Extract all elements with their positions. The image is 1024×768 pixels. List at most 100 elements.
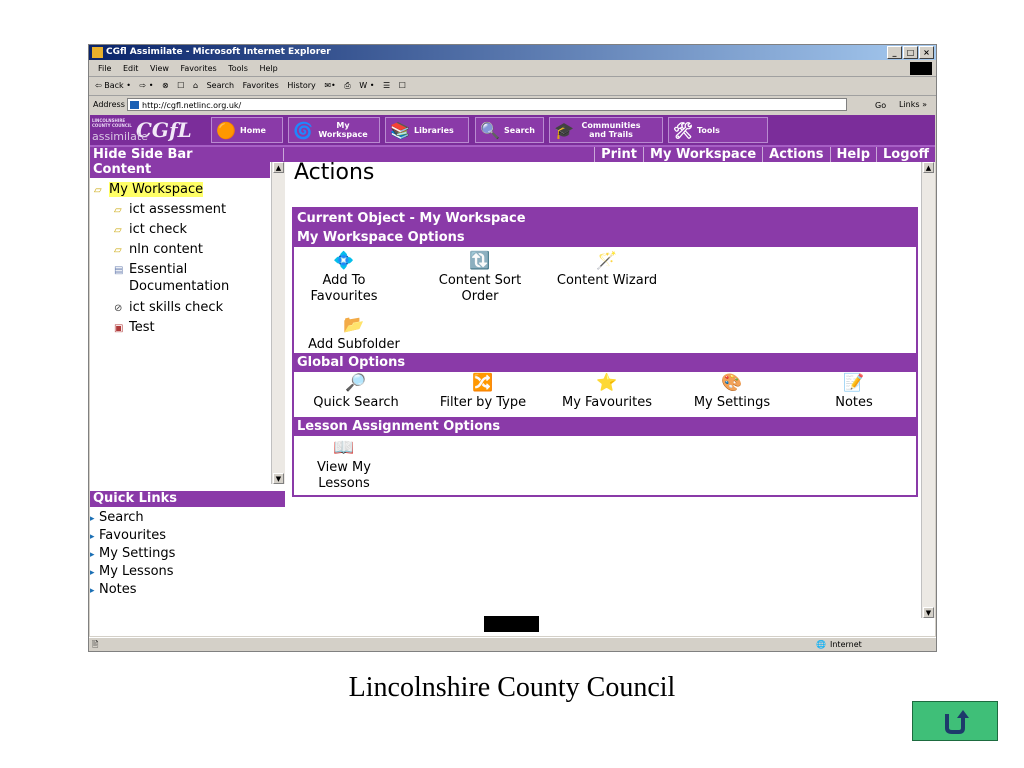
- nav-libraries-button[interactable]: 📚 Libraries: [385, 117, 469, 143]
- quick-search-action[interactable]: 🔎 Quick Search: [306, 373, 406, 411]
- scroll-down-icon[interactable]: ▼: [923, 607, 934, 618]
- title-bar: CGfl Assimilate - Microsoft Internet Exp…: [89, 45, 936, 60]
- tree-item-test[interactable]: ▣ Test: [114, 319, 155, 337]
- menu-tools[interactable]: Tools: [228, 64, 248, 73]
- return-button[interactable]: [912, 701, 998, 741]
- go-button[interactable]: Go: [853, 97, 893, 112]
- content-wizard-action[interactable]: 🪄 Content Wizard: [552, 251, 662, 289]
- print-link[interactable]: Print: [594, 147, 643, 162]
- messenger-button[interactable]: ☐: [399, 81, 406, 90]
- main-scrollbar[interactable]: ▲ ▼: [921, 162, 935, 618]
- folder-open-icon: ▱: [94, 185, 102, 196]
- quick-link-my-settings[interactable]: ▸ My Settings: [90, 545, 175, 564]
- workspace-options-heading: My Workspace Options: [294, 228, 916, 247]
- browser-window: CGfl Assimilate - Microsoft Internet Exp…: [88, 44, 937, 652]
- my-favourites-action[interactable]: ⭐ My Favourites: [552, 373, 662, 411]
- page-status-icon: 🖹: [92, 640, 99, 649]
- my-workspace-link[interactable]: My Workspace: [643, 147, 762, 162]
- browser-toolbar: ⇦ Back • ⇨ • ⊗ ☐ ⌂ Search Favorites Hist…: [89, 77, 936, 96]
- bullet-arrow-icon: ▸: [90, 514, 95, 524]
- folder-icon: ▱: [114, 225, 122, 236]
- nav-home-button[interactable]: 🟠 Home: [211, 117, 283, 143]
- menu-view[interactable]: View: [150, 64, 169, 73]
- nav-search-button[interactable]: 🔍 Search: [475, 117, 544, 143]
- tree-item-ict-check[interactable]: ▱ ict check: [114, 221, 187, 239]
- tree-item-nln-content[interactable]: ▱ nln content: [114, 241, 203, 259]
- logoff-link[interactable]: Logoff: [876, 147, 935, 162]
- tree-item-my-workspace[interactable]: ▱ My Workspace: [94, 181, 204, 199]
- nav-my-workspace-button[interactable]: 🌀 My Workspace: [288, 117, 380, 143]
- scroll-up-icon[interactable]: ▲: [923, 162, 934, 173]
- links-button[interactable]: Links »: [899, 96, 927, 114]
- bullet-arrow-icon: ▸: [90, 568, 95, 578]
- notes-action[interactable]: 📝 Notes: [814, 373, 894, 411]
- edit-button[interactable]: W •: [359, 81, 374, 90]
- mail-button[interactable]: ✉•: [324, 81, 335, 90]
- windows-logo-icon: [910, 62, 932, 75]
- nav-communities-button[interactable]: 🎓 Communities and Trails: [549, 117, 663, 143]
- search-toolbar-button[interactable]: Search: [207, 81, 234, 90]
- forward-button[interactable]: ⇨ •: [139, 81, 153, 90]
- scroll-up-icon[interactable]: ▲: [273, 162, 284, 173]
- help-link[interactable]: Help: [829, 147, 876, 162]
- tree-item-ict-skills-check[interactable]: ⊘ ict skills check: [114, 299, 223, 317]
- ie-window-icon: [92, 47, 103, 58]
- home-toolbar-button[interactable]: ⌂: [193, 81, 198, 90]
- close-button[interactable]: ×: [919, 46, 934, 59]
- address-value: http://cgfl.netlinc.org.uk/: [142, 101, 242, 110]
- bullet-arrow-icon: ▸: [90, 550, 95, 560]
- refresh-button[interactable]: ☐: [177, 81, 184, 90]
- menu-help[interactable]: Help: [259, 64, 277, 73]
- menu-separator: [283, 148, 284, 161]
- lessons-icon: 📖: [333, 438, 355, 458]
- menu-edit[interactable]: Edit: [123, 64, 139, 73]
- discuss-button[interactable]: ☰: [383, 81, 390, 90]
- bullet-arrow-icon: ▸: [90, 532, 95, 542]
- quick-link-search[interactable]: ▸ Search: [90, 509, 144, 528]
- return-arrow-icon: [945, 710, 969, 734]
- address-input[interactable]: http://cgfl.netlinc.org.uk/: [127, 98, 847, 111]
- address-label: Address: [93, 100, 125, 109]
- stop-button[interactable]: ⊗: [162, 81, 169, 90]
- sidebar: Content ▲ ▼ ▱ My Workspace ▱ ict assessmen…: [90, 162, 285, 636]
- actions-panel: Current Object - My Workspace My Workspa…: [292, 207, 918, 497]
- my-settings-action[interactable]: 🎨 My Settings: [682, 373, 782, 411]
- back-button[interactable]: ⇦ Back •: [95, 81, 131, 90]
- add-subfolder-action[interactable]: 📂 Add Subfolder: [304, 315, 404, 353]
- print-toolbar-button[interactable]: ⎙: [344, 81, 350, 90]
- nav-tools-button[interactable]: 🛠 Tools: [668, 117, 768, 143]
- cgfl-logo: LINCOLNSHIRE COUNTY COUNCIL CGfL assimil…: [92, 118, 206, 143]
- status-bar: 🖹 🌐 Internet: [89, 637, 936, 652]
- page-content: LINCOLNSHIRE COUNTY COUNCIL CGfL assimil…: [90, 115, 935, 636]
- view-my-lessons-action[interactable]: 📖 View My Lessons: [312, 438, 376, 492]
- actions-link[interactable]: Actions: [762, 147, 829, 162]
- quick-search-icon: 🔎: [345, 373, 367, 393]
- address-bar: Address http://cgfl.netlinc.org.uk/ Go L…: [89, 96, 936, 114]
- add-favourite-icon: 💠: [333, 251, 355, 271]
- history-toolbar-button[interactable]: History: [287, 81, 315, 90]
- tree-item-ict-assessment[interactable]: ▱ ict assessment: [114, 201, 226, 219]
- favorites-toolbar-button[interactable]: Favorites: [243, 81, 279, 90]
- workspace-icon: 🌀: [293, 120, 313, 140]
- menu-favorites[interactable]: Favorites: [181, 64, 217, 73]
- zone-globe-icon: 🌐: [816, 640, 826, 649]
- minimize-button[interactable]: _: [887, 46, 902, 59]
- filter-by-type-action[interactable]: 🔀 Filter by Type: [428, 373, 538, 411]
- content-sort-order-action[interactable]: 🔃 Content Sort Order: [430, 251, 530, 305]
- main-panel: ▲ ▼ Actions Current Object - My Workspac…: [286, 160, 935, 636]
- quick-link-favourites[interactable]: ▸ Favourites: [90, 527, 166, 546]
- scroll-down-icon[interactable]: ▼: [273, 473, 284, 484]
- menu-file[interactable]: File: [98, 64, 111, 73]
- wizard-icon: 🪄: [596, 251, 618, 271]
- content-heading: Content: [90, 162, 270, 178]
- quick-link-my-lessons[interactable]: ▸ My Lessons: [90, 563, 174, 582]
- sidebar-scrollbar[interactable]: ▲ ▼: [271, 162, 285, 484]
- add-to-favourites-action[interactable]: 💠 Add To Favourites: [304, 251, 384, 305]
- favourites-icon: ⭐: [596, 373, 618, 393]
- filter-icon: 🔀: [472, 373, 494, 393]
- tree-item-essential-documentation[interactable]: ▤ Essential Documentation: [114, 261, 264, 295]
- search-icon: 🔍: [480, 120, 500, 140]
- maximize-button[interactable]: □: [903, 46, 918, 59]
- quick-link-notes[interactable]: ▸ Notes: [90, 581, 137, 600]
- hide-side-bar-link[interactable]: Hide Side Bar: [93, 147, 193, 162]
